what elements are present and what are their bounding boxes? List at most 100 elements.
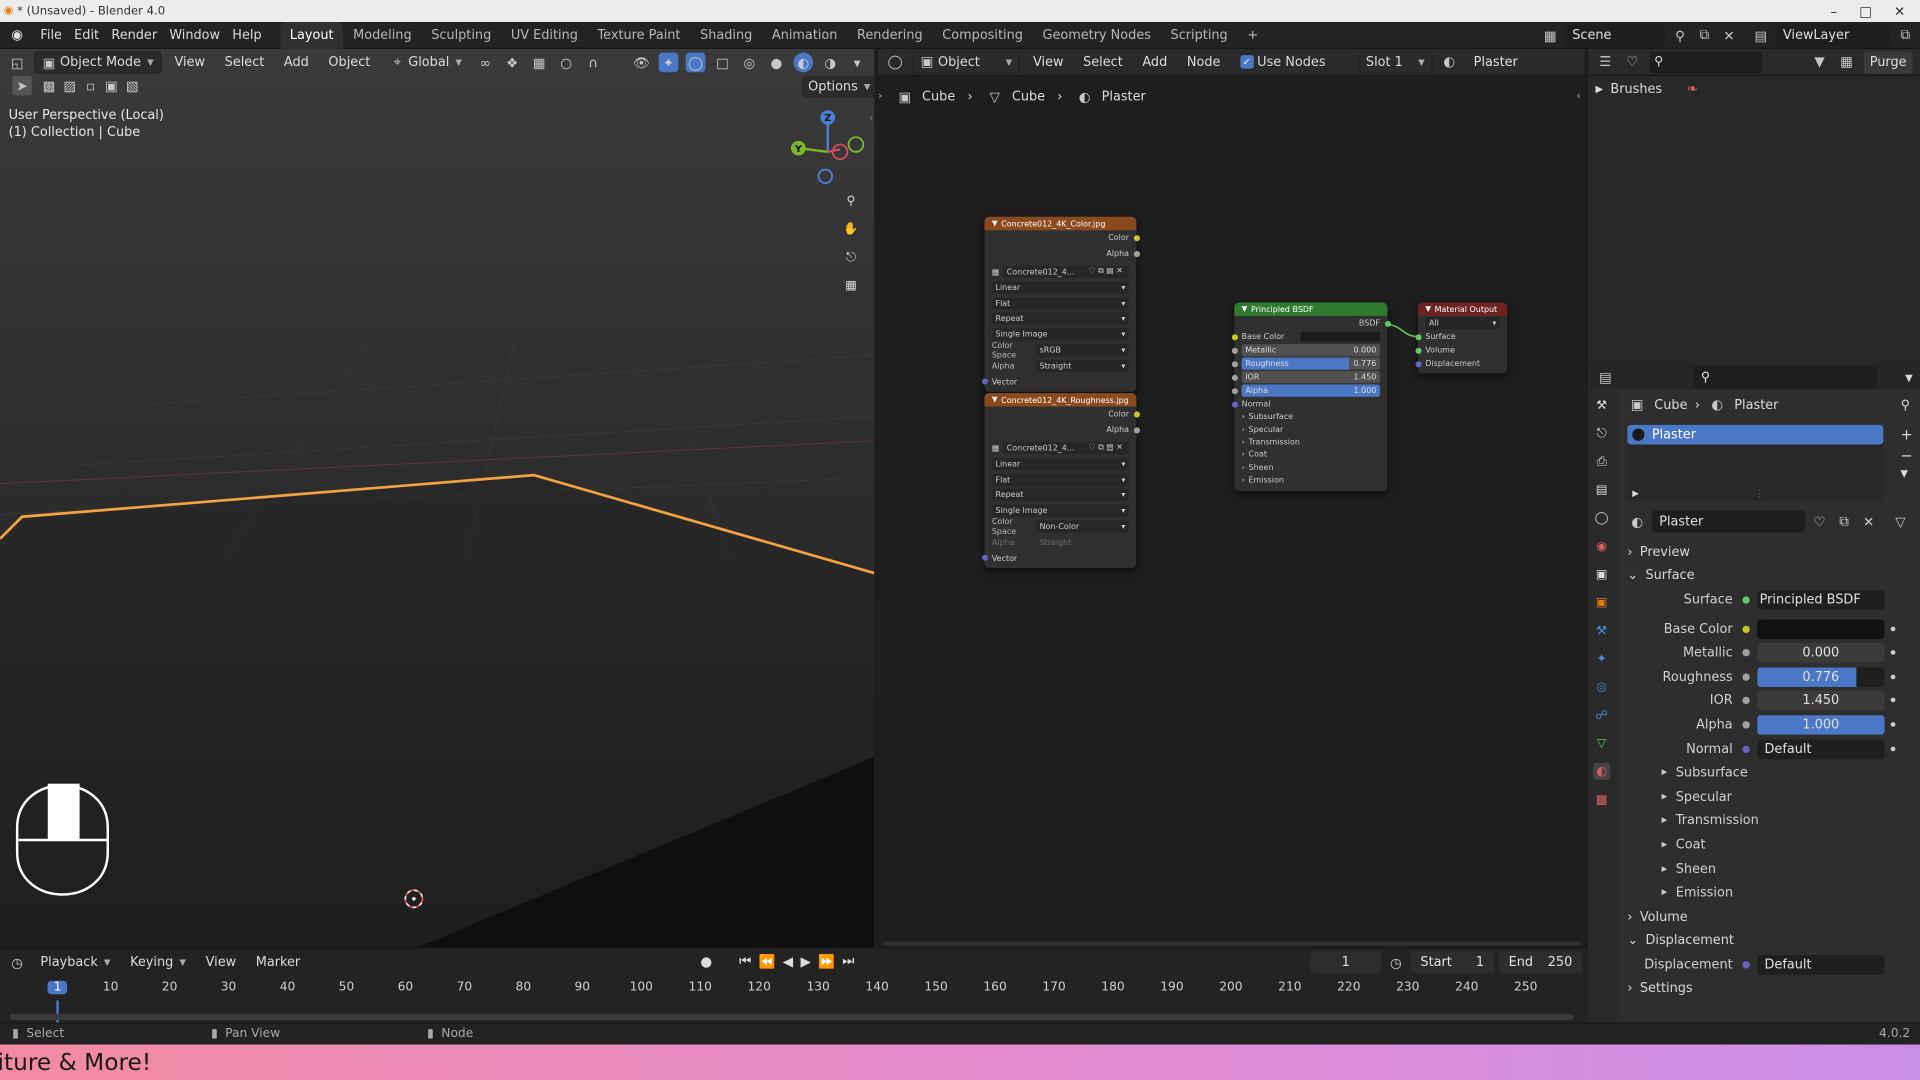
end-frame-field[interactable]: End 250 [1498, 951, 1583, 974]
bsdf-panel-subsurface[interactable]: › Subsurface [1234, 410, 1387, 423]
ior-socket[interactable] [1231, 374, 1238, 381]
metallic-field[interactable]: 0.000 [1757, 643, 1885, 663]
node-menu-select[interactable]: Select [1077, 51, 1129, 73]
jump-start-icon[interactable]: ⏮ [739, 953, 751, 970]
normal-socket[interactable] [1231, 401, 1238, 408]
volume-input-socket[interactable] [1414, 347, 1422, 354]
viewlayer-icon[interactable]: ▤ [1751, 26, 1771, 46]
section-preview[interactable]: › Preview [1618, 540, 1920, 564]
image-browse-icon[interactable]: ▦ [992, 443, 1000, 453]
playback-menu[interactable]: Playback ▼ [34, 951, 116, 973]
timeline-editor-type-icon[interactable]: ◷ [7, 953, 27, 973]
color-output-socket[interactable] [1133, 235, 1140, 242]
timeline-view-menu[interactable]: View [199, 951, 242, 973]
shader-type-dropdown[interactable]: ▣ Object ▼ [912, 50, 1020, 73]
workspace-tab-sculpting[interactable]: Sculpting [421, 21, 501, 48]
pin-icon[interactable]: ⚲ [1670, 26, 1690, 46]
collection-tab-icon[interactable]: ▣ [1593, 566, 1610, 583]
output-target-dropdown[interactable]: All ▾ [1425, 316, 1501, 329]
workspace-tab-animation[interactable]: Animation [762, 21, 847, 48]
new-viewlayer-icon[interactable]: ⧉ [1896, 26, 1916, 46]
base-color-swatch[interactable] [1300, 331, 1381, 342]
unlink-material-icon[interactable]: ✕ [1859, 512, 1879, 532]
outliner-editor-type-icon[interactable]: ☰ [1596, 52, 1616, 72]
shader-node-editor[interactable]: ◯ ▣ Object ▼ View Select Add Node ✓ Use Nod… [877, 48, 1585, 948]
alpha-output-socket[interactable] [1133, 250, 1140, 257]
roughness-field[interactable]: 0.776 [1757, 667, 1885, 687]
workspace-tab-geometry-nodes[interactable]: Geometry Nodes [1033, 21, 1161, 48]
normal-field[interactable]: Default [1757, 739, 1885, 759]
keyframe-dot-icon[interactable]: ● [1885, 625, 1902, 632]
bsdf-panel-coat[interactable]: › Coat [1234, 448, 1387, 461]
workspace-tab-compositing[interactable]: Compositing [932, 21, 1032, 48]
slot-dropdown[interactable]: Slot 1 ▼ [1358, 50, 1433, 73]
record-icon[interactable]: ● [700, 953, 712, 969]
workspace-tab-uv-editing[interactable]: UV Editing [501, 21, 588, 48]
node-sidebar-collapse-icon[interactable]: ‹ [1576, 91, 1580, 103]
constraints-tab-icon[interactable]: ☍ [1593, 707, 1610, 724]
source-dropdown[interactable]: Single Image ▾ [991, 328, 1129, 341]
use-nodes-checkbox[interactable]: ✓ Use Nodes [1234, 51, 1332, 73]
bsdf-output-socket[interactable] [1384, 320, 1391, 327]
color-space-dropdown[interactable]: Non-Color ▾ [1035, 520, 1129, 533]
vector-input-socket[interactable] [981, 378, 988, 385]
metallic-socket[interactable] [1231, 347, 1238, 354]
projection-dropdown[interactable]: Flat ▾ [991, 297, 1129, 310]
world-tab-icon[interactable]: ◉ [1593, 538, 1610, 555]
fake-user-icon[interactable]: ♡ [1810, 512, 1830, 532]
alpha-mode-dropdown[interactable]: Straight ▾ [1035, 359, 1129, 372]
list-resize-icon[interactable]: ⋮ [1755, 489, 1764, 499]
outliner[interactable]: ☰ ♡ ⚲ ▼ ▦ Purge ▶ Brushes ❧ [1588, 48, 1920, 365]
scene-field[interactable]: Scene [1564, 24, 1666, 47]
new-scene-icon[interactable]: ⧉ [1695, 26, 1715, 46]
node-menu-node[interactable]: Node [1181, 51, 1227, 73]
roughness-slider[interactable]: Roughness 0.776 [1241, 356, 1381, 370]
maximize-icon[interactable]: □ [1859, 3, 1872, 19]
keyframe-dot-icon[interactable]: ● [1885, 649, 1902, 656]
play-icon[interactable]: ▶ [800, 953, 810, 969]
ior-slider[interactable]: IOR 1.450 [1241, 370, 1381, 383]
bsdf-panel-emission[interactable]: › Emission [1234, 474, 1387, 487]
keyframe-dot-icon[interactable]: ● [1885, 721, 1902, 728]
pan-hand-icon[interactable]: ✋ [842, 220, 859, 237]
bsdf-panel-transmission[interactable]: › Transmission [1234, 436, 1387, 449]
properties-editor[interactable]: ▤ ⚲ ▼ ⚒ ⎋ ⎙ ▤ ◯ ◉ ▣ ▣ ⚒ ✦ ◎ ☍ ▽ ◐ ▩ ▣ Cub… [1588, 364, 1920, 1041]
surface-panel-sheen[interactable]: ▸ Sheen [1618, 857, 1920, 881]
list-expand-icon[interactable]: ▶ [1632, 489, 1639, 499]
interpolation-dropdown[interactable]: Linear ▾ [991, 457, 1129, 470]
scene-icon[interactable]: ▦ [1540, 26, 1560, 46]
bsdf-panel-sheen[interactable]: › Sheen [1234, 461, 1387, 474]
image-texture-node-roughness[interactable]: ▼ Concrete012_4K_Roughness.jpg Color Alph… [981, 393, 1140, 569]
duplicate-material-icon[interactable]: ⧉ [1834, 512, 1854, 532]
image-browse-icon[interactable]: ▦ [992, 267, 1000, 277]
workspace-tab-rendering[interactable]: Rendering [847, 21, 932, 48]
camera-view-icon[interactable]: ⎋ [842, 249, 859, 266]
image-selector[interactable]: Concrete012_4... ♡⧉▤✕ [1003, 442, 1129, 455]
sidebar-expand-icon[interactable]: › [878, 91, 882, 103]
color-output-socket[interactable] [1133, 411, 1140, 418]
displacement-input-socket[interactable] [1414, 361, 1422, 368]
play-reverse-icon[interactable]: ◀ [783, 953, 793, 969]
keyframe-dot-icon[interactable]: ● [1885, 745, 1902, 752]
ortho-grid-icon[interactable]: ▦ [842, 277, 859, 294]
delete-scene-icon[interactable]: ✕ [1719, 26, 1739, 46]
node-header[interactable]: ▼ Material Output [1417, 302, 1508, 316]
display-mode-icon[interactable]: ♡ [1622, 52, 1642, 72]
material-browse-icon[interactable]: ◐ [1439, 52, 1459, 72]
image-texture-node-color[interactable]: ▼ Concrete012_4K_Color.jpg Color Alpha ▦ C… [981, 216, 1140, 392]
tool-tab-icon[interactable]: ⚒ [1593, 397, 1610, 414]
outliner-search-input[interactable]: ⚲ [1649, 50, 1763, 73]
vector-input-socket[interactable] [981, 554, 988, 562]
remove-slot-icon[interactable]: − [1900, 447, 1912, 464]
menu-window[interactable]: Window [163, 24, 226, 46]
surface-input-socket[interactable] [1414, 334, 1422, 341]
material-slot-item[interactable]: Plaster [1627, 424, 1884, 445]
workspace-tab-scripting[interactable]: Scripting [1161, 21, 1238, 48]
toolshelf-collapse-icon[interactable]: ‹ [869, 113, 873, 124]
zoom-icon[interactable]: ⚲ [842, 192, 859, 209]
alpha-slider[interactable]: Alpha 1.000 [1241, 383, 1381, 397]
ior-field[interactable]: 1.450 [1757, 691, 1885, 711]
material-output-node[interactable]: ▼ Material Output All ▾ Surface Volume Dis… [1414, 302, 1508, 374]
surface-shader-field[interactable]: Principled BSDF [1757, 590, 1885, 610]
view-layer-tab-icon[interactable]: ▤ [1593, 481, 1610, 498]
